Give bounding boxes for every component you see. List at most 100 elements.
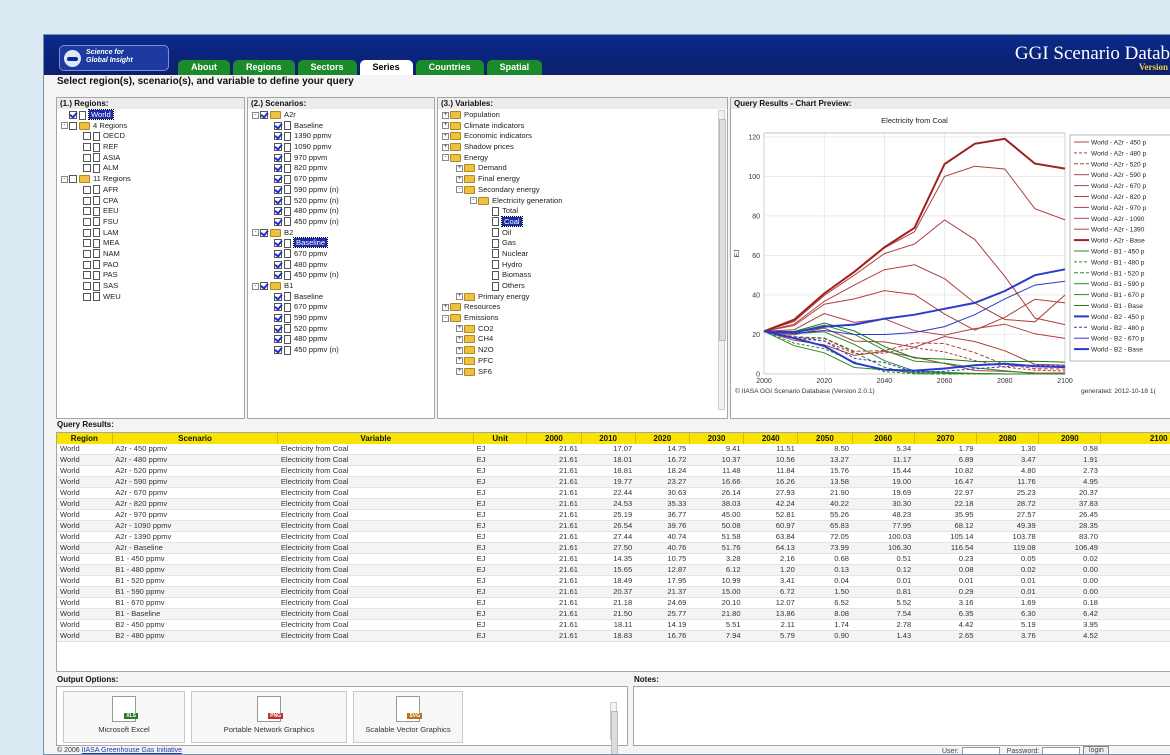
column-header[interactable]: 2000 (526, 433, 582, 444)
login-button[interactable]: login (1083, 746, 1110, 754)
tab-series[interactable]: Series (359, 60, 413, 75)
column-header[interactable]: 2020 (635, 433, 690, 444)
checkbox[interactable] (260, 282, 268, 290)
checkbox[interactable] (274, 175, 282, 184)
table-row[interactable]: World B1 - 520 ppmv Electricity from Coal E… (57, 575, 1170, 587)
expand-icon[interactable]: + (456, 164, 463, 172)
checkbox[interactable] (274, 132, 282, 141)
column-header[interactable]: 2030 (689, 433, 745, 444)
expand-icon[interactable]: + (456, 293, 463, 301)
regions-tree-item[interactable]: ASIA (57, 153, 244, 164)
column-header[interactable]: Region (57, 433, 113, 444)
table-row[interactable]: World B1 - 450 ppmv Electricity from Coal E… (57, 553, 1170, 565)
scenarios-tree-item[interactable]: 450 ppmv (n) (248, 270, 434, 281)
scenarios-tree-item[interactable]: - A2r (248, 110, 434, 121)
collapse-icon[interactable]: - (252, 282, 259, 290)
scenarios-tree-item[interactable]: 820 ppmv (248, 163, 434, 174)
column-header[interactable]: Unit (473, 433, 528, 444)
variables-tree-item[interactable]: + Shadow prices (438, 142, 727, 153)
variables-tree-item[interactable]: - Secondary energy (438, 185, 727, 196)
variables-tree-item[interactable]: Coal (438, 215, 727, 228)
scenarios-tree-item[interactable]: 1090 ppmv (248, 142, 434, 153)
checkbox[interactable] (83, 196, 91, 205)
table-row[interactable]: World A2r - 1090 ppmv Electricity from Coa… (57, 520, 1170, 532)
checkbox[interactable] (274, 260, 282, 269)
regions-tree-item[interactable]: REF (57, 142, 244, 153)
collapse-icon[interactable]: - (61, 122, 68, 130)
checkbox[interactable] (69, 175, 77, 184)
table-row[interactable]: World A2r - 590 ppmv Electricity from Coal… (57, 476, 1170, 488)
checkbox[interactable] (274, 121, 282, 130)
scenarios-tree-item[interactable]: 590 ppmv (248, 313, 434, 324)
regions-tree-item[interactable]: ALM (57, 163, 244, 174)
checkbox[interactable] (83, 239, 91, 248)
scenarios-tree-item[interactable]: 480 ppmv (248, 260, 434, 271)
expand-icon[interactable]: + (456, 368, 463, 375)
checkbox[interactable] (83, 228, 91, 237)
regions-tree-item[interactable]: MEA (57, 238, 244, 249)
expand-icon[interactable]: + (456, 175, 463, 183)
regions-tree-item[interactable]: NAM (57, 249, 244, 260)
variables-tree-item[interactable]: Gas (438, 238, 727, 249)
user-input[interactable] (961, 746, 1000, 754)
table-row[interactable]: World B2 - 480 ppmv Electricity from Coal E… (57, 630, 1170, 642)
expand-icon[interactable]: + (442, 132, 449, 140)
expand-icon[interactable]: + (456, 346, 463, 354)
variables-tree-item[interactable]: + Primary energy (438, 292, 727, 303)
column-header[interactable]: Scenario (112, 433, 279, 444)
scenarios-tree-item[interactable]: 450 ppmv (n) (248, 345, 434, 356)
table-row[interactable]: World A2r - 450 ppmv Electricity from Coal… (57, 444, 1170, 455)
collapse-icon[interactable]: - (442, 154, 449, 162)
checkbox[interactable] (274, 324, 282, 333)
footer-link[interactable]: IIASA Greenhouse Gas Initiative (82, 747, 182, 754)
checkbox[interactable] (274, 143, 282, 152)
checkbox[interactable] (274, 314, 282, 323)
checkbox[interactable] (83, 282, 91, 290)
table-row[interactable]: World B2 - 450 ppmv Electricity from Coal E… (57, 619, 1170, 631)
regions-tree-item[interactable]: OECD (57, 131, 244, 142)
variables-tree-item[interactable]: + CO2 (438, 324, 727, 335)
regions-tree-item[interactable]: AFR (57, 185, 244, 196)
expand-icon[interactable]: + (456, 335, 463, 343)
column-header[interactable]: 2010 (581, 433, 636, 444)
variables-tree-item[interactable]: + Final energy (438, 174, 727, 185)
variables-tree-item[interactable]: + N2O (438, 345, 727, 356)
tab-regions[interactable]: Regions (233, 60, 295, 75)
column-header[interactable]: 2080 (976, 433, 1040, 444)
variables-tree-item[interactable]: + Economic indicators (438, 131, 727, 142)
variables-tree-item[interactable]: + Resources (438, 302, 727, 313)
variables-tree-item[interactable]: Others (438, 281, 727, 292)
tab-about[interactable]: About (178, 60, 230, 75)
checkbox[interactable] (83, 271, 91, 280)
expand-icon[interactable]: + (456, 325, 463, 333)
scenarios-tree-item[interactable]: 480 ppmv (248, 334, 434, 345)
collapse-icon[interactable]: - (456, 186, 463, 194)
checkbox[interactable] (83, 185, 91, 194)
expand-icon[interactable]: + (442, 111, 449, 119)
scenarios-tree-item[interactable]: Baseline (248, 121, 434, 132)
checkbox[interactable] (83, 207, 91, 216)
variables-tree-item[interactable]: Nuclear (438, 249, 727, 260)
checkbox[interactable] (260, 111, 268, 119)
variables-tree-item[interactable]: + PFC (438, 356, 727, 367)
checkbox[interactable] (274, 164, 282, 173)
table-row[interactable]: World A2r - 820 ppmv Electricity from Coal… (57, 498, 1170, 510)
collapse-icon[interactable]: - (252, 111, 259, 119)
table-row[interactable]: World A2r - 480 ppmv Electricity from Coal… (57, 454, 1170, 466)
checkbox[interactable] (83, 132, 91, 141)
scenarios-tree-item[interactable]: Baseline (248, 237, 434, 249)
tab-spatial[interactable]: Spatial (486, 60, 543, 75)
checkbox[interactable] (83, 153, 91, 162)
table-row[interactable]: World A2r - 520 ppmv Electricity from Coal… (57, 465, 1170, 477)
variables-tree-item[interactable]: - Emissions (438, 313, 727, 324)
table-row[interactable]: World A2r - 970 ppmv Electricity from Coal… (57, 509, 1170, 521)
checkbox[interactable] (260, 228, 268, 237)
output-scrollbar[interactable] (610, 702, 618, 754)
regions-tree-item[interactable]: SAS (57, 281, 244, 292)
checkbox[interactable] (274, 239, 282, 248)
collapse-icon[interactable]: - (252, 229, 259, 237)
checkbox[interactable] (69, 121, 77, 130)
collapse-icon[interactable]: - (470, 197, 477, 204)
checkbox[interactable] (274, 207, 282, 216)
variables-tree-item[interactable]: + Population (438, 110, 727, 121)
